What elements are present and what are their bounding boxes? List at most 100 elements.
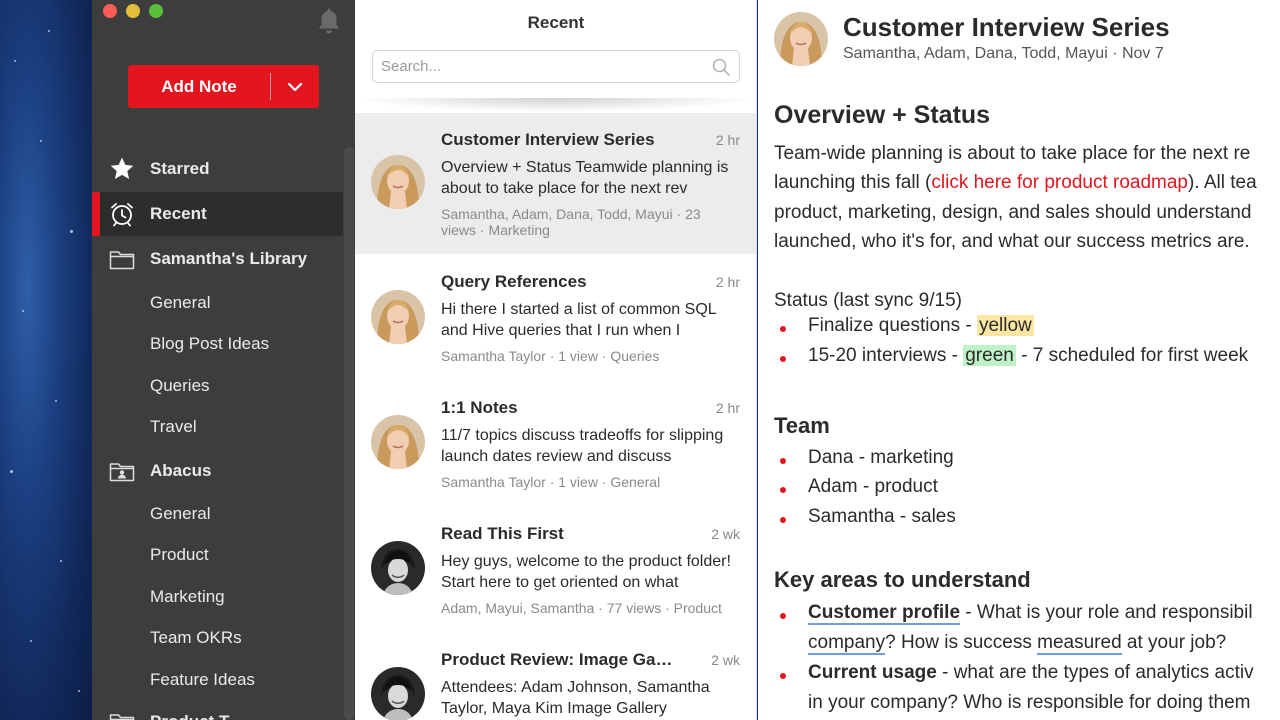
highlight-yellow: yellow [976,315,1034,336]
customer-profile-term: Customer profile [808,602,961,625]
sidebar-item-marketing[interactable]: Marketing [92,575,343,619]
sidebar-item-label: Travel [150,417,197,436]
sidebar-scrollbar[interactable] [344,147,354,720]
minimize-window-button[interactable] [126,4,140,18]
product-roadmap-link[interactable]: click here for product roadmap [931,172,1188,193]
note-title[interactable]: Customer Interview Series [843,12,1170,43]
note-excerpt-line1: Attendees: Adam Johnson, Samantha [441,679,710,696]
note-excerpt-line1: 11/7 topics discuss tradeoffs for slippi… [441,427,724,444]
avatar [371,290,425,344]
overview-line1: Team-wide planning is about to take plac… [774,143,1251,164]
sidebar-item-label: Abacus [150,461,212,480]
alarm-clock-icon [111,203,133,227]
sidebar-item-feature-ideas[interactable]: Feature Ideas [92,658,343,702]
note-item-1-1-notes[interactable]: 1:1 Notes 2 hr 11/7 topics discuss trade… [355,380,756,506]
bullet-dot [780,673,786,679]
note-meta-line1: Samantha Taylor · 1 view · Queries [441,348,660,364]
samantha-avatar-image [774,12,828,66]
sidebar-item-abacus[interactable]: Abacus [92,449,343,493]
note-meta-line2: views · Marketing [441,222,550,238]
sidebar-item-team-okrs[interactable]: Team OKRs [92,616,343,660]
note-excerpt-line2: Taylor, Maya Kim Image Gallery [441,700,667,717]
current-usage-term: Current usage [808,662,937,683]
search-icon[interactable] [711,57,731,77]
team-item-text: Adam - product [808,476,938,497]
adam-avatar-image [371,541,425,595]
bullet-dot [780,356,786,362]
star-icon [110,157,134,179]
key-area-text: Current usage - what are the types of an… [808,662,1254,684]
status-item-pre: 15-20 interviews - [808,345,964,366]
team-item-text: Dana - marketing [808,447,954,468]
key-area-line2: company? How is success measured at your… [808,632,1227,655]
note-excerpt-line1: Hey guys, welcome to the product folder! [441,553,731,570]
chevron-down-icon [287,82,303,91]
bullet-dot [780,487,786,493]
sidebar-item-general-abacus[interactable]: General [92,492,343,536]
note-list-pane: Recent Customer Interview Series 2 hr Ov… [355,0,757,720]
sidebar-item-blog-post-ideas[interactable]: Blog Post Ideas [92,322,343,366]
note-item-product-review[interactable]: Product Review: Image Ga… 2 wk Attendees… [355,632,756,720]
overview-line2-post: ). All tea [1188,172,1257,193]
bullet-dot [780,326,786,332]
bell-icon[interactable] [316,8,342,36]
overview-line2: launching this fall (click here for prod… [774,168,1257,198]
note-excerpt-line1: Overview + Status Teamwide planning is [441,159,729,176]
key-area-line2: in your company? Who is responsible for … [808,692,1251,713]
note-title: Customer Interview Series [441,130,655,149]
key-area-mid: ? How is success [885,632,1038,653]
sidebar-item-label: Team OKRs [150,628,242,647]
add-note-label: Add Note [161,76,237,96]
note-excerpt-line1: Hi there I started a list of common SQL [441,301,717,318]
adam-avatar-image [371,667,425,720]
add-note-button[interactable]: Add Note [128,65,319,108]
sidebar-item-label: Starred [150,159,210,178]
sidebar-item-travel[interactable]: Travel [92,405,343,449]
list-title: Recent [527,13,585,32]
note-item-customer-interview-series[interactable]: Customer Interview Series 2 hr Overview … [355,113,756,254]
note-excerpt-line2: and Hive queries that I run when I [441,322,681,339]
samantha-avatar-image [371,415,425,469]
note-subtitle: Samantha, Adam, Dana, Todd, Mayui · Nov … [843,45,1164,62]
sidebar-item-label: Samantha's Library [150,249,308,268]
sidebar-item-samanthas-library[interactable]: Samantha's Library [92,237,343,281]
add-note-dropdown[interactable] [271,82,319,92]
sidebar-item-queries[interactable]: Queries [92,364,343,408]
close-window-button[interactable] [103,4,117,18]
heading-overview: Overview + Status [774,101,991,129]
key-area-post: at your job? [1121,632,1227,653]
sidebar-item-label: Marketing [150,587,225,606]
note-time: 2 hr [715,274,740,290]
samantha-avatar-image [371,155,425,209]
measured-term: measured [1037,632,1122,655]
sidebar-item-label: Recent [150,204,207,223]
note-time: 2 wk [711,526,740,542]
search-input[interactable] [372,50,740,83]
sidebar-item-label: General [150,293,211,312]
sidebar-item-starred[interactable]: Starred [92,147,343,191]
note-meta-line1: Adam, Mayui, Samantha · 77 views · Produ… [441,600,722,616]
sidebar-item-general[interactable]: General [92,281,343,325]
key-area-text: Customer profile - What is your role and… [808,602,1253,625]
note-detail-pane: Customer Interview Series Samantha, Adam… [758,0,1280,720]
note-title: Read This First [441,524,564,543]
sidebar-item-product-team[interactable]: Product T [92,700,343,720]
status-line: Status (last sync 9/15) [774,290,962,311]
sidebar-item-recent[interactable]: Recent [92,192,343,236]
note-time: 2 hr [715,400,740,416]
note-item-read-this-first[interactable]: Read This First 2 wk Hey guys, welcome t… [355,506,756,632]
key-area-rest: - What is your role and responsibil [960,602,1253,623]
list-divider-shadow [355,98,756,112]
note-meta-line1: Samantha, Adam, Dana, Todd, Mayui · 23 [441,206,701,222]
sidebar-item-label: General [150,504,211,523]
note-time: 2 hr [715,132,740,148]
note-item-query-references[interactable]: Query References 2 hr Hi there I started… [355,254,756,380]
folder-icon [109,714,135,720]
zoom-window-button[interactable] [149,4,163,18]
sidebar-item-label: Product T [150,712,229,720]
sidebar: Add Note Starred Recent Samantha's Libra… [92,0,355,720]
desktop-background [0,0,92,720]
company-term: company [808,632,886,655]
sidebar-item-product[interactable]: Product [92,533,343,577]
avatar [371,667,425,720]
